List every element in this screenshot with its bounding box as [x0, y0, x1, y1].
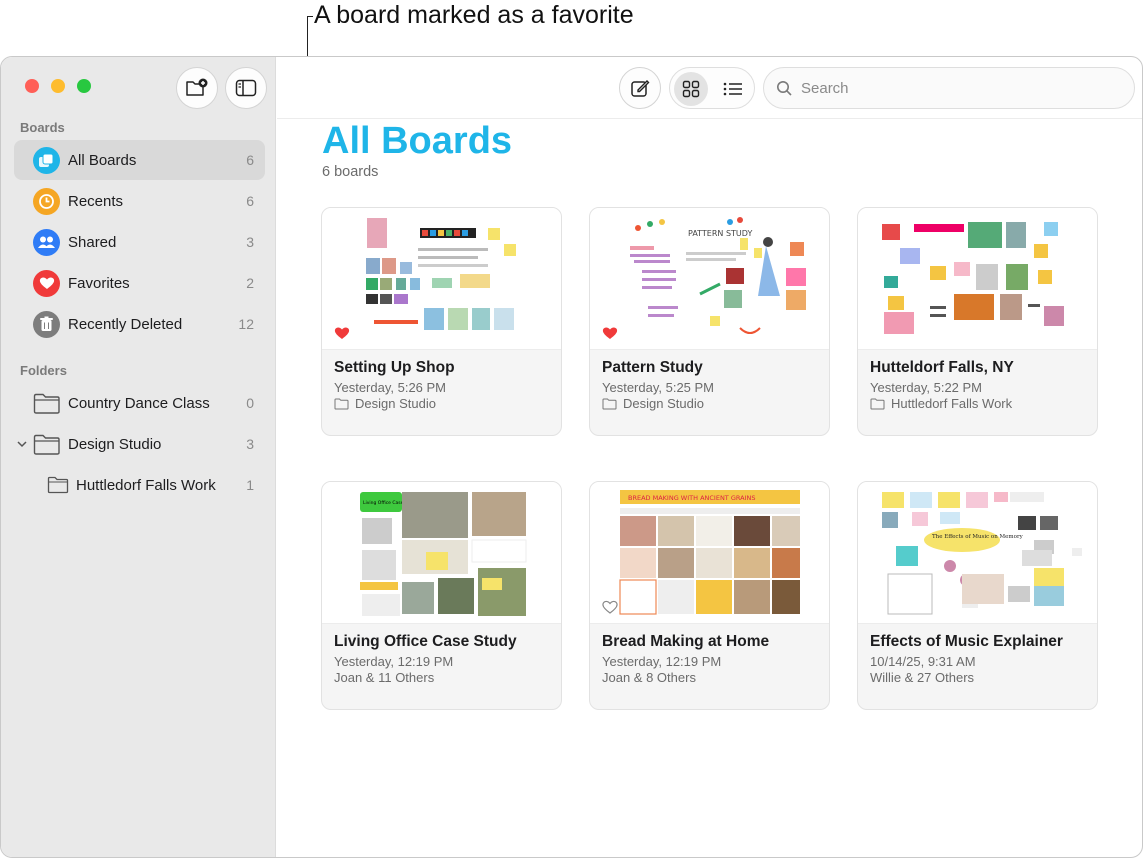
- clock-icon: [33, 187, 60, 215]
- board-folder: Design Studio: [602, 396, 704, 411]
- board-thumbnail: Living Office Case Study: [322, 482, 561, 624]
- favorite-heart-icon[interactable]: [602, 326, 618, 340]
- toggle-sidebar-button[interactable]: [225, 67, 267, 109]
- sidebar: Boards All Boards 6 Recents 6 Shared 3 F…: [1, 57, 276, 857]
- sidebar-item-shared[interactable]: Shared 3: [14, 222, 265, 262]
- list-icon: [723, 82, 742, 96]
- search-icon: [777, 81, 792, 96]
- thumb-music-title: The Effects of Music on Memory: [932, 534, 1024, 540]
- board-collaborators: Joan & 8 Others: [602, 670, 696, 685]
- sidebar-folder-design-studio[interactable]: Design Studio 3: [14, 424, 265, 464]
- sidebar-item-count: 0: [246, 395, 254, 411]
- board-date: 10/14/25, 9:31 AM: [870, 654, 976, 669]
- board-card-setting-up-shop[interactable]: Setting Up Shop Yesterday, 5:26 PM Desig…: [321, 207, 562, 436]
- favorite-outline-icon[interactable]: [602, 600, 618, 614]
- people-icon: [33, 228, 60, 256]
- search-placeholder: Search: [801, 80, 849, 97]
- board-folder: Design Studio: [334, 396, 436, 411]
- sidebar-item-favorites[interactable]: Favorites 2: [14, 263, 265, 303]
- board-thumbnail: [858, 208, 1097, 350]
- sidebar-item-count: 3: [246, 234, 254, 250]
- search-field[interactable]: Search: [763, 67, 1135, 109]
- board-date: Yesterday, 12:19 PM: [602, 654, 722, 669]
- chevron-down-icon[interactable]: [16, 439, 28, 449]
- minimize-window-button[interactable]: [51, 79, 65, 93]
- board-thumbnail: BREAD MAKING WITH ANCIENT GRAINS: [590, 482, 829, 624]
- board-collaborators: Willie & 27 Others: [870, 670, 975, 685]
- sidebar-item-recents[interactable]: Recents 6: [14, 181, 265, 221]
- sidebar-item-label: Shared: [68, 233, 117, 251]
- folder-icon: [334, 398, 349, 409]
- thumb-pattern-title: PATTERN STUDY: [688, 229, 752, 238]
- board-title: Effects of Music Explainer: [870, 633, 1063, 650]
- sidebar-item-label: Design Studio: [68, 435, 162, 453]
- sidebar-item-label: Favorites: [68, 274, 130, 292]
- new-folder-icon: [186, 78, 208, 96]
- board-date: Yesterday, 12:19 PM: [334, 654, 454, 669]
- new-folder-button[interactable]: [176, 67, 218, 109]
- sidebar-item-label: Recently Deleted: [68, 315, 183, 333]
- folder-icon: [870, 398, 885, 409]
- board-count: 6 boards: [322, 164, 379, 180]
- page-title: All Boards: [322, 120, 513, 162]
- list-view-button[interactable]: [716, 72, 750, 106]
- sidebar-icon: [235, 79, 257, 97]
- folder-icon: [33, 434, 60, 455]
- sidebar-item-count: 3: [246, 436, 254, 452]
- board-title: Bread Making at Home: [602, 633, 770, 650]
- board-card-effects-of-music[interactable]: The Effects of Music on Memory Effects o…: [857, 481, 1098, 710]
- thumb-bread-banner: BREAD MAKING WITH ANCIENT GRAINS: [628, 494, 755, 502]
- board-card-pattern-study[interactable]: PATTERN STUDY Pattern Study Yesterday, 5…: [589, 207, 830, 436]
- sidebar-item-count: 12: [238, 316, 254, 332]
- sidebar-folder-huttledorf-falls-work[interactable]: Huttledorf Falls Work 1: [14, 465, 265, 505]
- folders-section-label: Folders: [20, 363, 67, 378]
- sidebar-item-label: Huttledorf Falls Work: [76, 476, 216, 494]
- board-thumbnail: PATTERN STUDY: [590, 208, 829, 350]
- board-folder-name: Huttledorf Falls Work: [891, 396, 1013, 411]
- sidebar-item-count: 2: [246, 275, 254, 291]
- board-title: Living Office Case Study: [334, 633, 517, 650]
- folder-icon: [33, 393, 60, 414]
- board-card-living-office[interactable]: Living Office Case Study Living Office C…: [321, 481, 562, 710]
- board-folder-name: Design Studio: [623, 396, 704, 411]
- callout-label: A board marked as a favorite: [314, 1, 634, 29]
- sidebar-item-recently-deleted[interactable]: Recently Deleted 12: [14, 304, 265, 344]
- trash-icon: [33, 310, 60, 338]
- close-window-button[interactable]: [25, 79, 39, 93]
- board-thumbnail: The Effects of Music on Memory: [858, 482, 1097, 624]
- view-mode-toggle: [669, 67, 755, 109]
- zoom-window-button[interactable]: [77, 79, 91, 93]
- sidebar-item-count: 6: [246, 193, 254, 209]
- all-boards-icon: [33, 146, 60, 174]
- sidebar-item-count: 1: [246, 477, 254, 493]
- sidebar-item-label: Country Dance Class: [68, 394, 210, 412]
- heart-icon: [33, 269, 60, 297]
- sidebar-item-label: All Boards: [68, 151, 137, 169]
- grid-view-button[interactable]: [674, 72, 708, 106]
- app-window: Boards All Boards 6 Recents 6 Shared 3 F…: [0, 56, 1143, 858]
- board-date: Yesterday, 5:22 PM: [870, 380, 983, 395]
- board-date: Yesterday, 5:26 PM: [334, 380, 447, 395]
- board-collaborators: Joan & 11 Others: [334, 670, 435, 685]
- favorite-heart-icon[interactable]: [334, 326, 350, 340]
- board-card-hutteldorf-falls[interactable]: Hutteldorf Falls, NY Yesterday, 5:22 PM …: [857, 207, 1098, 436]
- boards-section-label: Boards: [20, 120, 65, 135]
- board-folder: Huttledorf Falls Work: [870, 396, 1012, 411]
- board-title: Setting Up Shop: [334, 359, 455, 376]
- compose-icon: [631, 80, 650, 97]
- sidebar-item-count: 6: [246, 152, 254, 168]
- sidebar-folder-country-dance-class[interactable]: Country Dance Class 0: [14, 383, 265, 423]
- board-title: Pattern Study: [602, 359, 703, 376]
- board-card-bread-making[interactable]: BREAD MAKING WITH ANCIENT GRAINS Bread M…: [589, 481, 830, 710]
- board-date: Yesterday, 5:25 PM: [602, 380, 715, 395]
- folder-icon: [47, 476, 69, 494]
- sidebar-item-label: Recents: [68, 192, 124, 210]
- board-folder-name: Design Studio: [355, 396, 436, 411]
- sidebar-item-all-boards[interactable]: All Boards 6: [14, 140, 265, 180]
- new-board-button[interactable]: [619, 67, 661, 109]
- grid-icon: [682, 80, 700, 98]
- board-title: Hutteldorf Falls, NY: [870, 359, 1014, 376]
- board-thumbnail: [322, 208, 561, 350]
- folder-icon: [602, 398, 617, 409]
